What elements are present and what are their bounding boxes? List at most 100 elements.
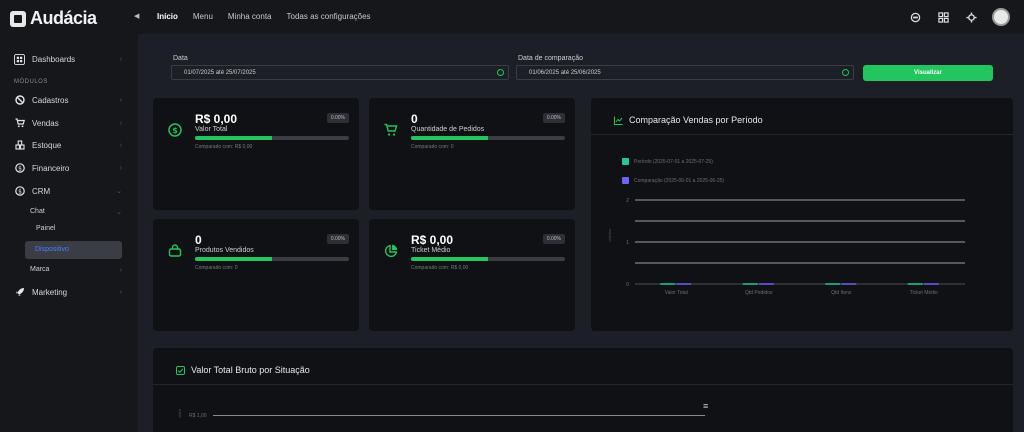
line-chart-icon [614, 116, 623, 125]
y-tick-label: 1 [626, 240, 629, 246]
brand-logo[interactable]: Audácia [10, 8, 97, 29]
calendar-icon[interactable] [497, 69, 504, 76]
kpi-value: R$ 0,00 [411, 233, 454, 247]
kpi-percent-badge: 0.00% [542, 234, 565, 244]
svg-text:$: $ [18, 188, 22, 195]
nav-inicio[interactable]: Início [157, 12, 178, 21]
date-range-input[interactable]: 01/07/2025 até 25/07/2025 [171, 65, 509, 80]
kpi-progress-bar [411, 257, 565, 261]
avatar[interactable] [992, 8, 1010, 26]
nav-configuracoes[interactable]: Todas as configurações [287, 12, 371, 21]
kpi-compare-text: Comparado com: 0 [195, 265, 238, 271]
visualizar-button[interactable]: Visualizar [863, 65, 993, 81]
bar [841, 283, 857, 285]
legend-item-periodo[interactable]: Período (2025-07-01 a 2025-07-25) [622, 158, 713, 165]
sidebar-section-label: MÓDULOS [14, 79, 48, 85]
comparison-chart-panel: Comparação Vendas por Período Período (2… [591, 98, 1013, 331]
basket-icon [168, 244, 182, 258]
sidebar-item-marketing[interactable]: Marketing › [14, 285, 126, 299]
sidebar-item-label: Financeiro [32, 163, 70, 173]
cart-icon [14, 118, 25, 129]
chevron-right-icon: › [119, 55, 122, 63]
kpi-percent-badge: 0.00% [326, 234, 349, 244]
cart-icon [384, 123, 398, 137]
kpi-compare-text: Comparado com: R$ 0,00 [411, 265, 469, 271]
sidebar-item-financeiro[interactable]: $ Financeiro › [14, 161, 126, 175]
kpi-label: Quantidade de Pedidos [411, 126, 485, 133]
y-tick-label: 2 [626, 198, 629, 204]
bruto-y-axis-label: Valor [177, 408, 182, 418]
check-square-icon [176, 365, 185, 375]
sidebar-item-dashboards[interactable]: Dashboards › [14, 52, 126, 66]
sidebar-item-label: Chat [30, 208, 45, 215]
nav-menu[interactable]: Menu [193, 12, 213, 21]
messages-icon[interactable] [908, 10, 922, 24]
kpi-progress-fill [195, 136, 272, 140]
settings-icon[interactable] [964, 10, 978, 24]
sidebar-item-vendas[interactable]: Vendas › [14, 116, 126, 130]
kpi-progress-bar [411, 136, 565, 140]
apps-grid-icon[interactable] [936, 10, 950, 24]
sidebar-item-crm[interactable]: $ CRM ⌄ [14, 184, 126, 198]
top-bar: Audácia ◀ Início Menu Minha conta Todas … [0, 0, 1024, 34]
sidebar-item-label: CRM [32, 186, 51, 196]
kpi-progress-fill [411, 136, 488, 140]
kpi-card-quantidade-pedidos: 0 Quantidade de Pedidos 0.00% Comparado … [369, 98, 575, 210]
chevron-right-icon: › [119, 119, 122, 127]
chevron-right-icon: › [119, 164, 122, 172]
svg-text:$: $ [18, 165, 22, 172]
kpi-card-valor-total: $ R$ 0,00 Valor Total 0.00% Comparado co… [153, 98, 359, 210]
kpi-percent-badge: 0.00% [542, 113, 565, 123]
chevron-down-icon: ⌄ [116, 188, 122, 195]
brand-name: Audácia [30, 8, 97, 28]
kpi-progress-bar [195, 257, 349, 261]
legend-label: Período (2025-07-01 a 2025-07-25) [634, 158, 713, 165]
sidebar-item-label: Cadastros [32, 95, 69, 105]
sidebar-item-estoque[interactable]: Estoque › [14, 138, 126, 152]
panel-title-text: Comparação Vendas por Período [629, 115, 763, 125]
calendar-icon[interactable] [842, 69, 849, 76]
sidebar-item-label: Marketing [32, 287, 68, 297]
legend-swatch [622, 177, 629, 184]
legend-swatch [622, 158, 629, 165]
sidebar-item-chat[interactable]: Chat ⌄ [14, 205, 126, 219]
sidebar-toggle-icon[interactable]: ◀ [134, 12, 142, 20]
chevron-right-icon: › [119, 96, 122, 104]
chevron-right-icon: › [119, 288, 122, 296]
kpi-progress-fill [195, 257, 272, 261]
sidebar: Dashboards › MÓDULOS Cadastros › Vendas … [0, 34, 138, 432]
compare-date-label: Data de comparação [518, 55, 583, 62]
bruto-gridline [213, 415, 705, 416]
boxes-icon [14, 140, 25, 151]
panel-divider [591, 134, 1013, 135]
date-label: Data [173, 55, 188, 62]
rocket-icon [14, 287, 25, 298]
valor-bruto-panel: Valor Total Bruto por Situação Valor R$ … [153, 348, 1013, 432]
sidebar-item-cadastros[interactable]: Cadastros › [14, 93, 126, 107]
bar [907, 283, 923, 285]
sidebar-item-dispositivo[interactable]: Dispositivo [25, 241, 122, 259]
nav-minha-conta[interactable]: Minha conta [228, 12, 272, 21]
panel-title-text: Valor Total Bruto por Situação [191, 365, 310, 375]
dollar-circle-icon: $ [168, 123, 182, 137]
legend-item-comparacao[interactable]: Comparação (2025-06-01 a 2025-06-25) [622, 177, 724, 184]
crm-dollar-icon: $ [14, 186, 25, 197]
bar [758, 283, 774, 285]
compare-date-range-input[interactable]: 01/06/2025 até 25/06/2025 [516, 65, 854, 80]
bar [676, 283, 692, 285]
sidebar-item-painel[interactable]: Painel [36, 225, 55, 232]
bar [742, 283, 758, 285]
dashboard-icon [14, 53, 25, 65]
valor-bruto-title: Valor Total Bruto por Situação [176, 365, 310, 375]
comparison-chart-title: Comparação Vendas por Período [614, 115, 763, 125]
kpi-compare-text: Comparado com: 0 [411, 144, 454, 150]
kpi-value: R$ 0,00 [195, 112, 238, 126]
panel-divider [153, 384, 1013, 385]
y-tick-label: 0 [626, 282, 629, 288]
svg-text:$: $ [172, 126, 178, 135]
sidebar-item-label: Vendas [32, 118, 59, 128]
comparison-bar-chart: Valores 2 1 0 Valor Total Qtd Pedidos Qtd Iten… [607, 198, 965, 296]
sidebar-item-label: Estoque [32, 140, 62, 150]
chart-menu-icon[interactable]: ≡ [703, 402, 708, 411]
sidebar-item-marca[interactable]: Marca › [14, 263, 126, 277]
